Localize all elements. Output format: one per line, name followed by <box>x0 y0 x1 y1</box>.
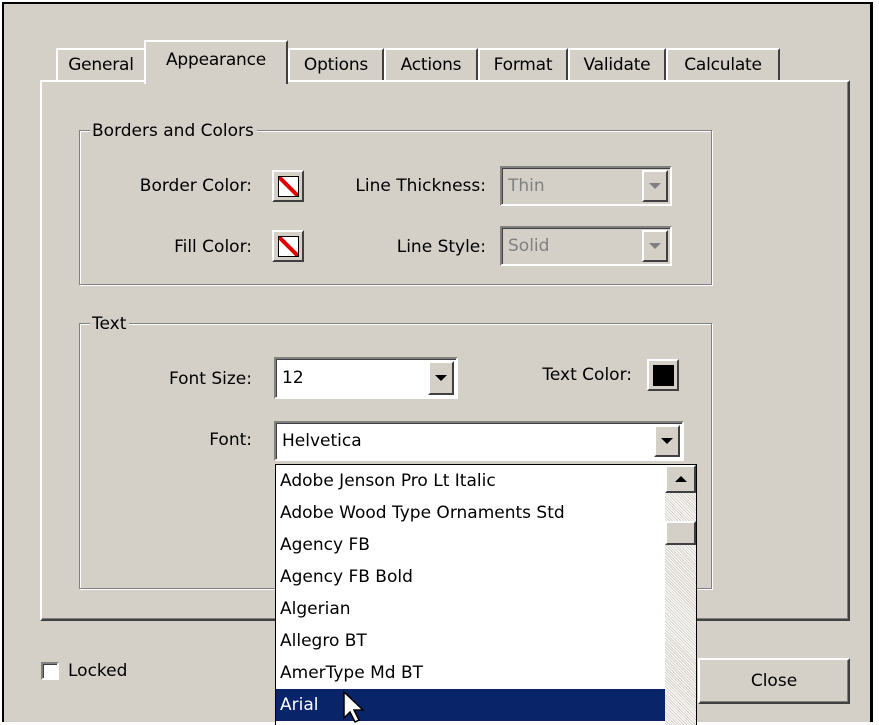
fill-color-label: Fill Color: <box>174 237 252 257</box>
list-item[interactable]: Algerian <box>276 593 696 625</box>
list-item[interactable]: Agency FB <box>276 529 696 561</box>
text-group-title: Text <box>90 314 130 334</box>
line-thickness-label: Line Thickness: <box>355 176 486 196</box>
line-style-value: Solid <box>508 236 550 256</box>
list-item[interactable]: Agency FB Bold <box>276 561 696 593</box>
dropdown-arrow-icon[interactable] <box>642 170 668 202</box>
font-select[interactable]: Helvetica <box>274 421 684 461</box>
text-color-label: Text Color: <box>542 365 632 385</box>
font-value: Helvetica <box>282 431 362 451</box>
font-size-select[interactable]: 12 <box>274 357 458 399</box>
no-color-swatch-icon <box>278 236 299 257</box>
list-item[interactable]: Adobe Wood Type Ornaments Std <box>276 497 696 529</box>
tab-actions[interactable]: Actions <box>384 48 478 82</box>
fill-color-swatch[interactable] <box>272 230 304 262</box>
line-thickness-value: Thin <box>508 176 545 196</box>
line-style-select[interactable]: Solid <box>500 226 672 266</box>
dropdown-arrow-icon[interactable] <box>642 230 668 262</box>
text-color-swatch[interactable] <box>647 359 679 391</box>
tab-format[interactable]: Format <box>478 48 568 82</box>
tab-calculate[interactable]: Calculate <box>666 48 780 82</box>
tab-general[interactable]: General <box>56 48 146 82</box>
scroll-up-arrow-icon <box>675 476 687 482</box>
locked-label: Locked <box>68 661 128 681</box>
font-dropdown-list[interactable]: Adobe Jenson Pro Lt Italic Adobe Wood Ty… <box>275 464 697 725</box>
dropdown-arrow-icon[interactable] <box>428 361 454 395</box>
properties-dialog: General Appearance Options Actions Forma… <box>2 2 873 725</box>
locked-checkbox[interactable] <box>41 662 59 680</box>
list-item[interactable]: Adobe Jenson Pro Lt Italic <box>276 465 696 497</box>
no-color-swatch-icon <box>278 176 299 197</box>
border-color-label: Border Color: <box>139 176 252 196</box>
font-size-value: 12 <box>282 368 304 388</box>
font-list-scrollbar[interactable] <box>665 465 696 725</box>
line-style-label: Line Style: <box>396 237 486 257</box>
tab-options[interactable]: Options <box>288 48 384 82</box>
text-color-swatch-fill <box>653 365 674 386</box>
list-item[interactable]: Allegro BT <box>276 625 696 657</box>
font-label: Font: <box>209 430 252 450</box>
font-size-label: Font Size: <box>168 369 252 389</box>
list-item[interactable]: AmerType Md BT <box>276 657 696 689</box>
scroll-up-button[interactable] <box>665 465 696 493</box>
borders-and-colors-title: Borders and Colors <box>90 121 257 141</box>
border-color-swatch[interactable] <box>272 170 304 202</box>
close-button[interactable]: Close <box>698 658 850 704</box>
mouse-pointer-icon <box>343 690 365 724</box>
line-thickness-select[interactable]: Thin <box>500 166 672 206</box>
tab-appearance[interactable]: Appearance <box>144 40 288 84</box>
list-item-selected[interactable]: Arial <box>276 689 696 721</box>
dropdown-arrow-icon[interactable] <box>654 425 680 457</box>
scroll-thumb[interactable] <box>665 521 696 545</box>
tab-validate[interactable]: Validate <box>568 48 666 82</box>
